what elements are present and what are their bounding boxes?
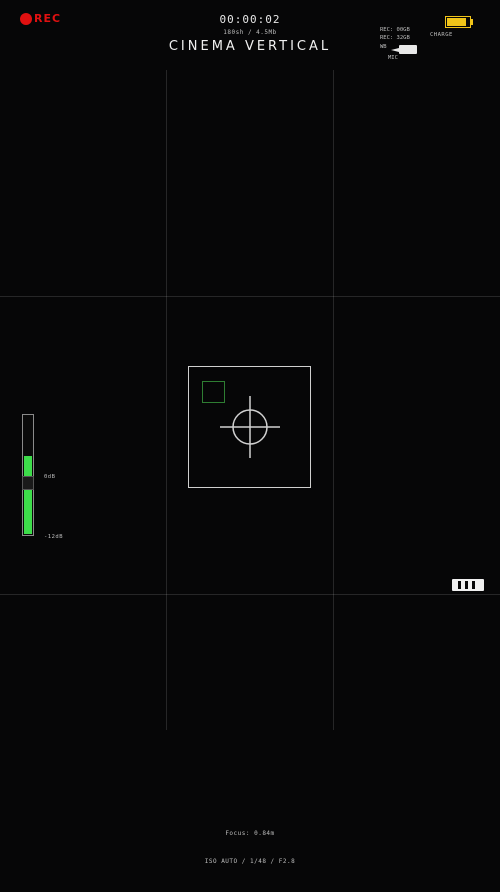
battery-icon xyxy=(445,16,471,28)
audio-gain-handle[interactable] xyxy=(22,476,34,490)
grid-line-vertical-1 xyxy=(166,70,167,730)
wb-label: WB xyxy=(380,44,387,50)
storage-line-1: REC: 00GB xyxy=(380,27,410,33)
meter-bottom-label: -12dB xyxy=(44,534,64,540)
battery-tip xyxy=(471,19,473,25)
battery-fill xyxy=(447,18,466,26)
timecode: 00:00:02 xyxy=(219,13,281,26)
shutter-readout: 180sh / 4.5Mb xyxy=(223,29,277,36)
battery-label: CHARGE xyxy=(430,32,453,38)
view-switch-icon[interactable] xyxy=(452,579,484,591)
wb-toggle[interactable] xyxy=(391,45,417,54)
grid-line-vertical-2 xyxy=(333,70,334,730)
storage-status: REC: 00GB REC: 32GB xyxy=(380,26,410,42)
exposure-readout[interactable]: ISO AUTO / 1/48 / F2.8 xyxy=(0,858,500,865)
grid-line-horizontal-2 xyxy=(0,594,500,595)
audio-level-fill xyxy=(24,456,32,534)
storage-line-2: REC: 32GB xyxy=(380,35,410,41)
mode-title[interactable]: CINEMA VERTICAL xyxy=(0,39,500,54)
meter-top-label: 0dB xyxy=(44,474,56,480)
grid-line-horizontal-1 xyxy=(0,296,500,297)
mic-label: MIC xyxy=(388,55,398,61)
audio-level-meter xyxy=(22,414,34,536)
crosshair-icon xyxy=(220,396,280,458)
focus-readout: Focus: 0.84m xyxy=(225,830,275,837)
